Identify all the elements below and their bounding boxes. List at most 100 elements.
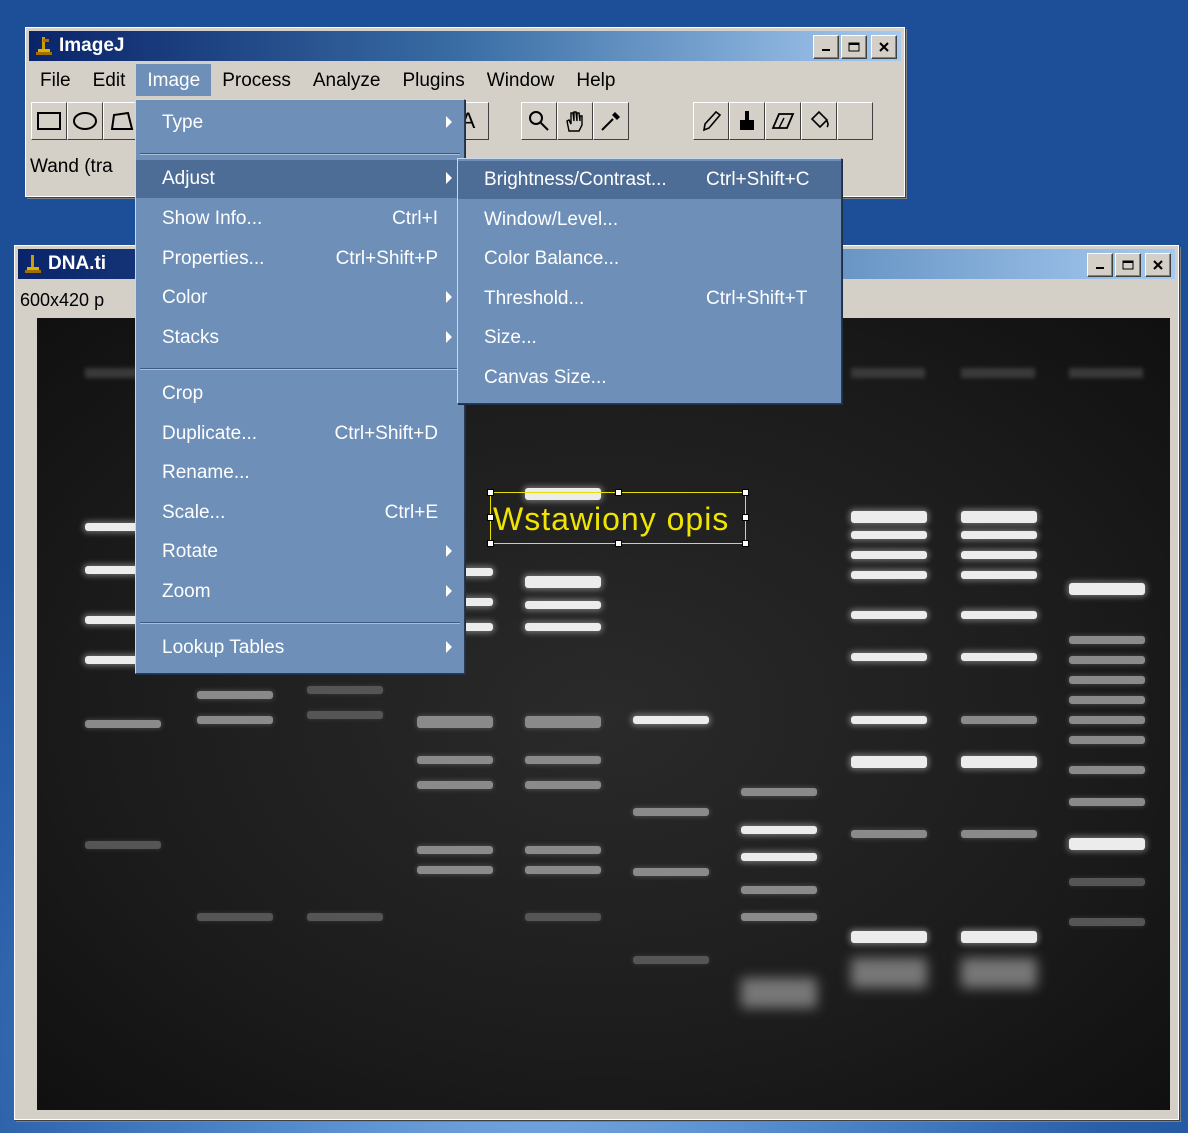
submenu-item-threshold[interactable]: Threshold... Ctrl+Shift+T xyxy=(458,280,841,318)
submenu-item-size[interactable]: Size... xyxy=(458,319,841,357)
image-close-button[interactable] xyxy=(1145,253,1171,277)
brush-icon xyxy=(740,111,754,130)
gel-band xyxy=(1069,798,1145,806)
maximize-button[interactable] xyxy=(841,35,867,59)
gel-band xyxy=(417,756,493,764)
roi-handle[interactable] xyxy=(742,514,749,521)
menu-item-label: Lookup Tables xyxy=(162,637,285,658)
menu-window[interactable]: Window xyxy=(476,64,566,96)
menu-item-stacks[interactable]: Stacks xyxy=(136,319,464,357)
roi-handle[interactable] xyxy=(742,540,749,547)
main-titlebar[interactable]: ImageJ xyxy=(29,31,901,61)
gel-band xyxy=(851,611,927,619)
menu-help[interactable]: Help xyxy=(565,64,626,96)
menu-analyze[interactable]: Analyze xyxy=(302,64,392,96)
minimize-icon xyxy=(1096,267,1104,269)
status-bar: Wand (tra xyxy=(30,156,113,177)
roi-handle[interactable] xyxy=(487,540,494,547)
menu-file[interactable]: File xyxy=(29,64,82,96)
image-window-title: DNA.ti xyxy=(48,253,107,274)
flood-fill-tool[interactable] xyxy=(801,102,837,140)
menu-item-properties[interactable]: Properties... Ctrl+Shift+P xyxy=(136,240,464,278)
menu-item-lookup-tables[interactable]: Lookup Tables xyxy=(136,629,464,667)
gel-band xyxy=(1069,656,1145,664)
eraser-tool[interactable] xyxy=(765,102,801,140)
gel-band xyxy=(1069,918,1145,926)
submenu-arrow-icon xyxy=(446,291,452,303)
gel-band xyxy=(525,846,601,854)
gel-band xyxy=(741,788,817,796)
submenu-item-canvas-size[interactable]: Canvas Size... xyxy=(458,359,841,397)
menu-item-color[interactable]: Color xyxy=(136,279,464,317)
polygon-tool[interactable] xyxy=(103,102,139,140)
menu-item-rename[interactable]: Rename... xyxy=(136,454,464,492)
menu-item-scale[interactable]: Scale... Ctrl+E xyxy=(136,494,464,532)
menu-item-show-info[interactable]: Show Info... Ctrl+I xyxy=(136,200,464,238)
roi-handle[interactable] xyxy=(487,514,494,521)
close-icon xyxy=(1153,260,1163,270)
gel-band xyxy=(961,653,1037,661)
image-maximize-button[interactable] xyxy=(1115,253,1141,277)
menu-item-label: Zoom xyxy=(162,581,211,602)
gel-band xyxy=(85,720,161,728)
imagej-image-icon xyxy=(25,255,41,273)
gel-band xyxy=(741,886,817,894)
submenu-arrow-icon xyxy=(446,331,452,343)
menu-item-label: Rotate xyxy=(162,541,218,562)
menu-item-adjust[interactable]: Adjust xyxy=(136,160,464,198)
menu-item-label: Color xyxy=(162,287,208,308)
menu-item-crop[interactable]: Crop xyxy=(136,375,464,413)
text-roi-overlay[interactable]: Wstawiony opis xyxy=(490,492,746,544)
menu-item-type[interactable]: Type xyxy=(136,104,464,142)
menu-plugins[interactable]: Plugins xyxy=(391,64,475,96)
close-button[interactable] xyxy=(871,35,897,59)
menu-item-zoom[interactable]: Zoom xyxy=(136,573,464,611)
menu-process[interactable]: Process xyxy=(211,64,302,96)
pencil-icon xyxy=(702,110,722,132)
oval-tool[interactable] xyxy=(67,102,103,140)
main-window-title: ImageJ xyxy=(59,35,125,56)
pencil-tool[interactable] xyxy=(693,102,729,140)
gel-band xyxy=(741,826,817,834)
submenu-item-brightness-contrast[interactable]: Brightness/Contrast... Ctrl+Shift+C xyxy=(458,161,841,199)
menu-separator xyxy=(140,368,460,370)
gel-band xyxy=(961,756,1037,768)
gel-band xyxy=(307,686,383,694)
menu-edit[interactable]: Edit xyxy=(82,64,137,96)
roi-handle[interactable] xyxy=(615,489,622,496)
gel-band xyxy=(851,756,927,768)
gel-band xyxy=(525,716,601,728)
minimize-button[interactable] xyxy=(813,35,839,59)
gel-band xyxy=(1069,583,1145,595)
menu-item-label: Type xyxy=(162,112,204,133)
menu-item-label: Scale... xyxy=(162,502,226,523)
roi-handle[interactable] xyxy=(615,540,622,547)
magnifier-tool[interactable] xyxy=(521,102,557,140)
magnifier-icon xyxy=(529,111,549,131)
gel-band xyxy=(961,611,1037,619)
menu-item-rotate[interactable]: Rotate xyxy=(136,533,464,571)
gel-band xyxy=(851,716,927,724)
hand-tool[interactable] xyxy=(557,102,593,140)
gel-band xyxy=(525,623,601,631)
menu-item-duplicate[interactable]: Duplicate... Ctrl+Shift+D xyxy=(136,415,464,453)
menu-item-shortcut: Ctrl+Shift+D xyxy=(334,423,438,444)
menu-image[interactable]: Image xyxy=(136,64,212,96)
submenu-arrow-icon xyxy=(446,545,452,557)
roi-handle[interactable] xyxy=(487,489,494,496)
menu-separator xyxy=(140,153,460,155)
submenu-item-color-balance[interactable]: Color Balance... xyxy=(458,240,841,278)
gel-band xyxy=(1069,838,1145,850)
brush-tool[interactable] xyxy=(729,102,765,140)
image-minimize-button[interactable] xyxy=(1087,253,1113,277)
gel-band xyxy=(417,716,493,728)
dropper-tool[interactable] xyxy=(593,102,629,140)
rectangle-tool[interactable] xyxy=(31,102,67,140)
overlay-text: Wstawiony opis xyxy=(493,501,730,537)
gel-band xyxy=(525,601,601,609)
roi-handle[interactable] xyxy=(742,489,749,496)
submenu-item-window-level[interactable]: Window/Level... xyxy=(458,201,841,239)
imagej-app-icon xyxy=(36,37,52,55)
gel-band xyxy=(633,868,709,876)
gel-band xyxy=(961,830,1037,838)
